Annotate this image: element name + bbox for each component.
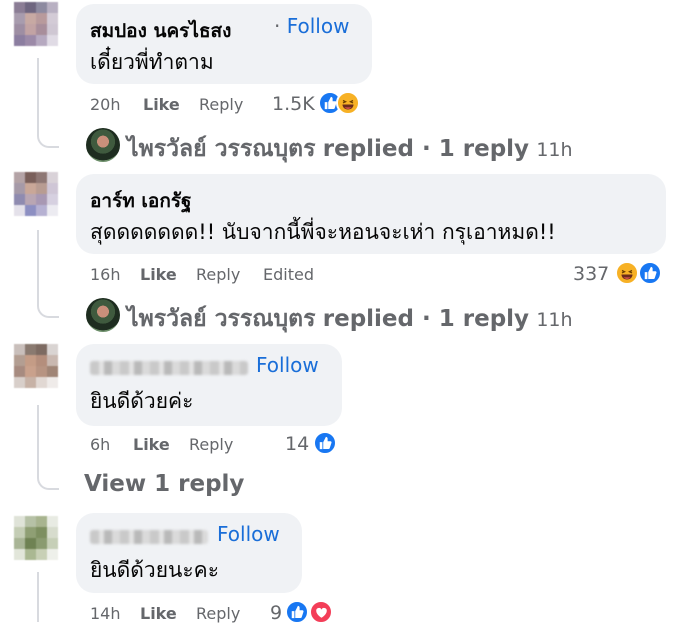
reply-button[interactable]: Reply [199, 95, 243, 114]
view-replies-link[interactable]: View 1 reply [84, 471, 244, 497]
haha-reaction-icon[interactable] [615, 261, 639, 285]
replies-link[interactable]: ไพรวัลย์ วรรณบุตร replied · 1 reply 11h [127, 301, 573, 337]
reaction-count[interactable]: 1.5K [272, 93, 315, 115]
avatar[interactable] [14, 172, 58, 216]
commenter-name[interactable]: สมปอง นครไธสง [90, 16, 231, 46]
commenter-name-redacted[interactable] [90, 530, 208, 544]
comment-time[interactable]: 14h [90, 604, 121, 623]
thread-connector [37, 296, 59, 318]
follow-button[interactable]: · Follow [274, 14, 349, 38]
comment-text: เดี๋ยวพี่ทำตาม [90, 50, 214, 74]
reply-button[interactable]: Reply [189, 435, 233, 454]
avatar[interactable] [14, 344, 58, 388]
love-reaction-icon[interactable] [309, 600, 333, 624]
like-reaction-icon[interactable] [638, 261, 662, 285]
reaction-count[interactable]: 14 [285, 433, 309, 455]
haha-reaction-icon[interactable] [336, 91, 360, 115]
thread-line [37, 58, 39, 128]
thread-connector [37, 468, 59, 490]
replier-name[interactable]: ไพรวัลย์ วรรณบุตร [127, 306, 315, 332]
reply-button[interactable]: Reply [196, 604, 240, 623]
replied-time: 11h [536, 139, 573, 161]
commenter-name[interactable]: อาร์ท เอกรัฐ [90, 186, 192, 216]
thread-line [37, 572, 39, 622]
commenter-name-redacted[interactable] [90, 361, 248, 375]
comment-text: สุดดดดดดด!! นับจากนี้พี่จะหอนจะเห่า กรุเ… [90, 220, 556, 244]
edited-label: Edited [263, 265, 314, 284]
replier-avatar[interactable] [86, 298, 120, 332]
replies-link[interactable]: ไพรวัลย์ วรรณบุตร replied · 1 reply 11h [127, 131, 573, 167]
like-button[interactable]: Like [133, 435, 170, 454]
like-button[interactable]: Like [143, 95, 180, 114]
reply-button[interactable]: Reply [196, 265, 240, 284]
replied-time: 11h [536, 309, 573, 331]
comment-text: ยินดีด้วยนะคะ [90, 558, 219, 582]
avatar[interactable] [14, 516, 58, 560]
replier-name[interactable]: ไพรวัลย์ วรรณบุตร [127, 136, 315, 162]
replied-text[interactable]: replied · 1 reply [323, 306, 529, 332]
comment-time[interactable]: 20h [90, 95, 121, 114]
follow-button[interactable]: Follow [256, 353, 319, 377]
like-button[interactable]: Like [140, 265, 177, 284]
avatar[interactable] [14, 2, 58, 46]
replier-avatar[interactable] [86, 128, 120, 162]
follow-button[interactable]: Follow [217, 522, 280, 546]
comment-text: ยินดีด้วยค่ะ [90, 389, 194, 413]
replied-text[interactable]: replied · 1 reply [323, 136, 529, 162]
reaction-count[interactable]: 9 [270, 602, 282, 624]
reaction-count[interactable]: 337 [573, 263, 609, 285]
thread-line [37, 405, 39, 470]
like-reaction-icon[interactable] [313, 431, 337, 455]
comment-time[interactable]: 16h [90, 265, 121, 284]
like-button[interactable]: Like [140, 604, 177, 623]
thread-line [37, 230, 39, 300]
like-reaction-icon[interactable] [285, 600, 309, 624]
comment-time[interactable]: 6h [90, 435, 110, 454]
thread-connector [37, 126, 59, 148]
